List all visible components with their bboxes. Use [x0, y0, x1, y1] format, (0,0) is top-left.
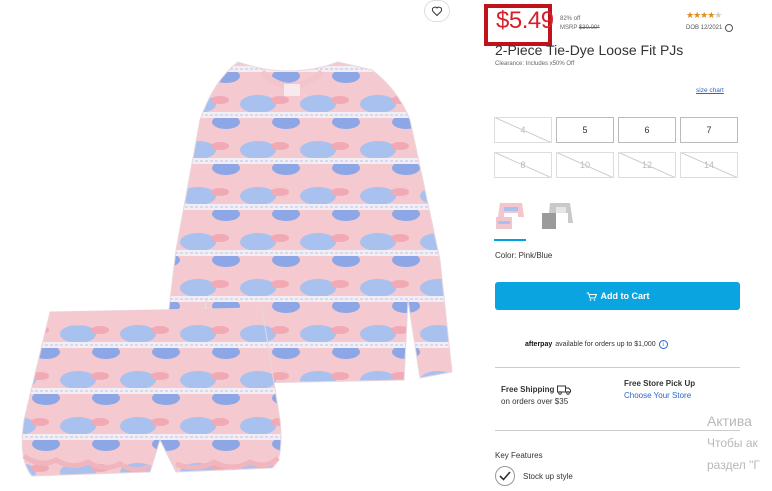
msrp-label: MSRP: [560, 25, 578, 31]
afterpay-info: afterpay available for orders up to $1,0…: [525, 340, 668, 349]
feature-item: Stock up style: [495, 466, 573, 486]
size-option[interactable]: 12: [618, 152, 676, 178]
color-swatches: [494, 199, 574, 241]
add-to-cart-label: Add to Cart: [600, 291, 650, 301]
feature-text: Stock up style: [523, 471, 573, 481]
pajama-set-image: [21, 61, 453, 477]
store-pickup-label: Free Store Pick Up: [624, 379, 696, 388]
store-pickup-info: Free Store Pick Up Choose Your Store: [624, 378, 695, 402]
msrp-value: $30.00*: [578, 25, 600, 31]
rating-empty-star: ★: [714, 10, 722, 20]
size-option[interactable]: 8: [494, 152, 552, 178]
favorite-button[interactable]: [424, 0, 450, 22]
choose-store-link[interactable]: Choose Your Store: [624, 390, 695, 402]
size-option[interactable]: 4: [494, 117, 552, 143]
shipping-threshold: on orders over $35: [501, 397, 569, 406]
size-chart-link[interactable]: size chart: [696, 87, 724, 94]
swatch-pink-blue-thumbnail: [496, 203, 524, 229]
selected-color-label: Color: Pink/Blue: [495, 251, 553, 260]
rating-filled-stars: ★★★★: [686, 10, 715, 20]
date-of-birth: DOB 12/2021: [686, 24, 734, 32]
watermark-line-1: Актива: [707, 413, 752, 429]
activation-watermark: Актива Чтобы ак раздел "Г: [707, 410, 760, 476]
info-icon[interactable]: i: [658, 340, 668, 349]
size-option[interactable]: 5: [556, 117, 614, 143]
discount-percent: 82% off: [560, 16, 581, 22]
sale-price: $5.49: [496, 7, 554, 34]
size-selector: 4 5 6 7 8 10 12 14: [494, 117, 740, 178]
key-features-heading: Key Features: [495, 451, 543, 460]
product-image[interactable]: [0, 0, 468, 491]
swatch-grey[interactable]: [540, 199, 574, 237]
size-option[interactable]: 7: [680, 117, 738, 143]
checkmark-icon: [495, 466, 515, 486]
product-page: $5.49 82% off MSRP $30.00* ★★★★★ DOB 12/…: [0, 0, 772, 491]
free-shipping-label: Free Shipping: [501, 385, 555, 394]
afterpay-logo: afterpay: [525, 341, 553, 348]
cart-icon: [586, 292, 597, 301]
free-shipping-info: Free Shipping on orders over $35: [501, 384, 572, 408]
afterpay-text: available for orders up to $1,000: [555, 341, 656, 348]
add-to-cart-button[interactable]: Add to Cart: [495, 282, 740, 310]
msrp: MSRP $30.00*: [560, 25, 600, 31]
watermark-line-3: раздел "Г: [707, 458, 760, 472]
swatch-grey-thumbnail: [542, 203, 573, 229]
dob-text: DOB 12/2021: [686, 25, 723, 31]
star-rating[interactable]: ★★★★★: [686, 10, 722, 21]
size-option[interactable]: 10: [556, 152, 614, 178]
heart-icon: [431, 6, 443, 17]
size-option[interactable]: 14: [680, 152, 738, 178]
watermark-line-2: Чтобы ак: [707, 436, 758, 450]
divider: [495, 430, 740, 431]
swatch-pink-blue[interactable]: [494, 199, 528, 241]
product-title: 2-Piece Tie-Dye Loose Fit PJs: [495, 42, 684, 58]
clearance-note: Clearance: Includes x50% Off: [495, 61, 575, 67]
divider: [495, 367, 740, 368]
truck-icon: [557, 385, 572, 395]
size-option[interactable]: 6: [618, 117, 676, 143]
clock-icon: [725, 24, 734, 32]
